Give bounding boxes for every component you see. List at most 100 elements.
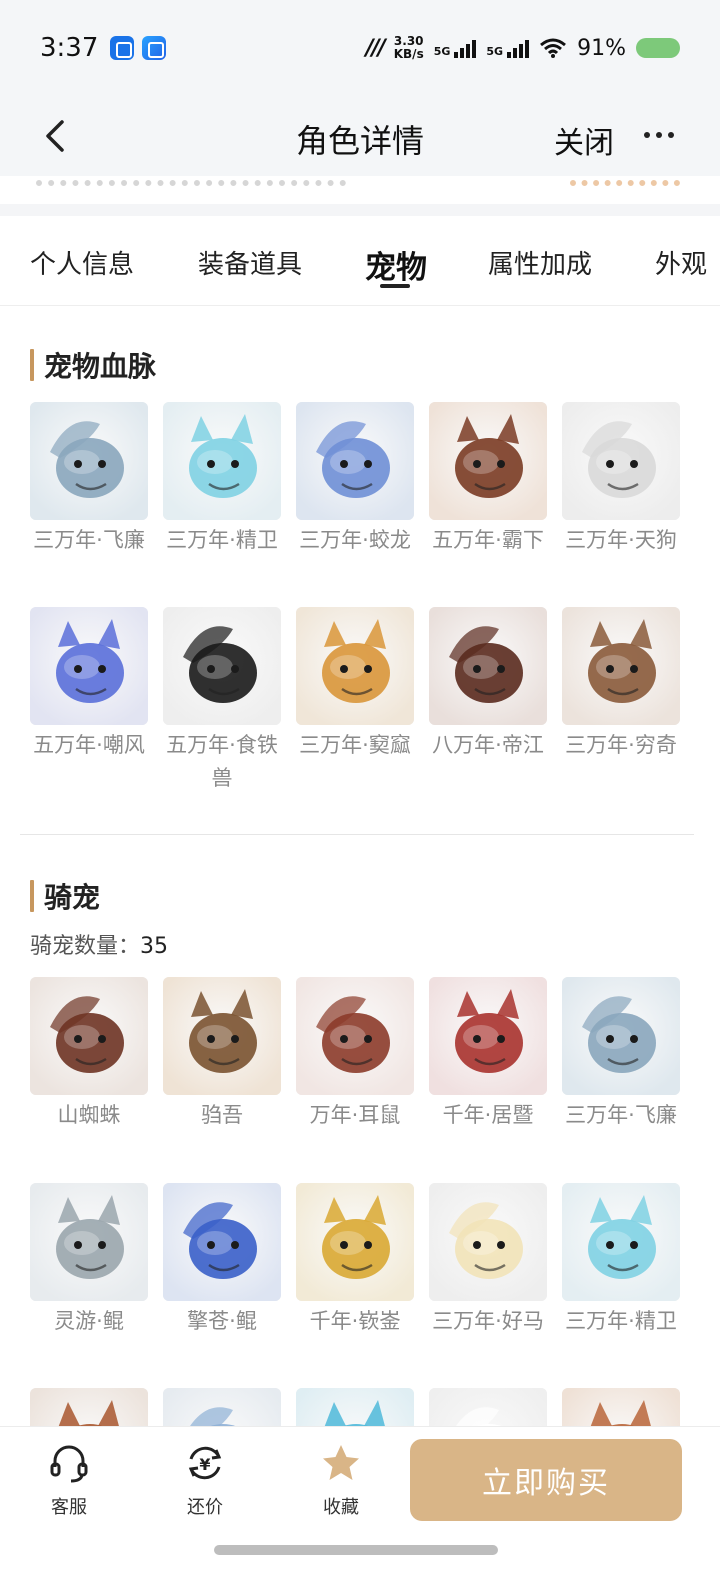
bloodline-pet-portrait [30,402,148,520]
battery-icon [636,38,680,58]
back-arrow-icon[interactable] [36,112,84,160]
mount-pet-name: 三万年·精卫 [565,1309,677,1333]
mount-pet-tile[interactable]: 擎苍·鲲 [163,1183,281,1338]
mount-count-label: 骑宠数量： [30,934,141,959]
mount-pet-name: 驺吾 [201,1103,243,1127]
network-speed: 3.30 KB/s [394,35,424,61]
network-speed-value: 3.30 [393,34,424,48]
mount-count-value: 35 [140,934,169,959]
bloodline-pet-portrait [296,402,414,520]
bloodline-pet-portrait [429,607,547,725]
mount-pet-portrait [562,1183,680,1301]
mount-pet-name: 万年·耳鼠 [309,1103,401,1127]
section-title-bloodline-text: 宠物血脉 [44,350,157,383]
mount-pet-name: 擎苍·鲲 [187,1309,257,1333]
yuan-refresh-icon: ¥ [188,1446,222,1480]
tab-personal-info[interactable]: 个人信息 [30,244,134,281]
tab-bar: 个人信息 装备道具 宠物 属性加成 外观 [0,216,720,306]
mount-pet-tile[interactable]: 千年·居暨 [429,977,547,1132]
bloodline-pet-name: 五万年·食铁兽 [166,733,278,790]
mount-pet-name: 三万年·好马 [432,1309,544,1333]
customer-service-button[interactable]: 客服 [24,1441,114,1519]
mount-pet-tile[interactable]: 山蜘蛛 [30,977,148,1132]
mount-pet-tile[interactable]: 三万年·精卫 [562,1183,680,1338]
bloodline-pet-name: 三万年·精卫 [166,528,278,552]
mount-pet-tile[interactable]: 驺吾 [163,977,281,1132]
tab-appearance[interactable]: 外观 [655,244,707,281]
bloodline-pet-tile[interactable]: 五万年·霸下 [429,402,547,557]
bargain-button[interactable]: ¥ 还价 [160,1441,250,1519]
bloodline-pet-tile[interactable]: 三万年·窫窳 [296,607,414,762]
bloodline-pet-name: 五万年·嘲风 [33,733,145,757]
scrolled-content-remnant [0,176,720,204]
section-divider [20,834,694,835]
signal-icon-1: 5G [434,38,477,58]
page: 3:37 /// 3.30 KB/s 5G 5G 91% 角色详情 关闭 个人信… [0,0,720,1584]
signal-label-1: 5G [433,45,451,58]
mount-pet-portrait [562,977,680,1095]
bloodline-pet-name: 三万年·穷奇 [565,733,677,757]
bloodline-pet-tile[interactable]: 三万年·蛟龙 [296,402,414,557]
section-gap [0,204,720,216]
mount-pet-tile[interactable]: 三万年·好马 [429,1183,547,1338]
mount-pet-name: 三万年·飞廉 [565,1103,677,1127]
status-bar: 3:37 /// 3.30 KB/s 5G 5G 91% [0,0,720,96]
mount-pet-tile[interactable]: 三万年·飞廉 [562,977,680,1132]
mount-pet-tile[interactable]: 灵游·鲲 [30,1183,148,1338]
mounts-grid: 山蜘蛛 驺吾 万年·耳鼠 千年·居暨 三万年·飞廉 灵游·鲲 擎苍·鲲 千年·嵚… [30,977,690,1506]
bloodline-pet-tile[interactable]: 三万年·天狗 [562,402,680,557]
mount-pet-portrait [163,977,281,1095]
bloodline-pet-portrait [30,607,148,725]
app-notification-icon-2 [142,36,167,60]
wifi-icon [540,38,567,58]
mount-pet-name: 千年·居暨 [442,1103,534,1127]
mount-pet-name: 山蜘蛛 [57,1103,121,1127]
svg-text:¥: ¥ [199,1455,210,1474]
bloodline-pet-portrait [562,402,680,520]
bloodline-grid: 三万年·飞廉 三万年·精卫 三万年·蛟龙 五万年·霸下 三万年·天狗 五万年·嘲… [30,402,690,812]
tab-pets[interactable]: 宠物 [365,242,427,287]
section-title-mounts: 骑宠 [30,876,100,916]
signal-icon-2: 5G [486,38,530,58]
customer-service-label: 客服 [51,1497,87,1518]
mount-pet-portrait [296,977,414,1095]
bloodline-pet-portrait [296,607,414,725]
network-speed-unit: KB/s [393,47,424,61]
bloodline-pet-tile[interactable]: 三万年·精卫 [163,402,281,557]
bloodline-pet-portrait [163,607,281,725]
bloodline-pet-tile[interactable]: 三万年·穷奇 [562,607,680,762]
favorite-button[interactable]: 收藏 [296,1441,386,1519]
close-button[interactable]: 关闭 [554,118,614,162]
bloodline-pet-tile[interactable]: 八万年·帝江 [429,607,547,762]
buy-now-button[interactable]: 立即购买 [410,1439,682,1521]
home-indicator[interactable] [214,1545,498,1555]
bloodline-pet-tile[interactable]: 五万年·嘲风 [30,607,148,762]
mount-pet-tile[interactable]: 千年·嵚崟 [296,1183,414,1338]
active-tab-indicator [380,284,410,288]
more-options-icon[interactable] [644,132,674,138]
battery-percent: 91% [577,35,626,61]
bloodline-pet-name: 三万年·窫窳 [299,733,411,757]
mount-pet-name: 灵游·鲲 [54,1309,124,1333]
mount-pet-portrait [30,1183,148,1301]
bloodline-pet-name: 三万年·蛟龙 [299,528,411,552]
status-time: 3:37 [40,33,99,63]
bloodline-pet-portrait [429,402,547,520]
star-icon [323,1445,359,1480]
tab-equipment[interactable]: 装备道具 [198,244,302,281]
bloodline-pet-tile[interactable]: 三万年·飞廉 [30,402,148,557]
bloodline-pet-portrait [562,607,680,725]
mount-pet-name: 千年·嵚崟 [309,1309,401,1333]
tab-attributes[interactable]: 属性加成 [488,244,592,281]
bloodline-pet-name: 三万年·天狗 [565,528,677,552]
app-notification-icon [110,36,135,60]
mount-pet-portrait [163,1183,281,1301]
mm-logo-icon: /// [365,35,386,61]
bloodline-pet-tile[interactable]: 五万年·食铁兽 [163,607,281,795]
favorite-label: 收藏 [323,1497,359,1518]
nav-bar: 角色详情 关闭 [0,96,720,176]
bloodline-pet-portrait [163,402,281,520]
status-indicators: /// 3.30 KB/s 5G 5G 91% [366,35,680,61]
section-title-bloodline: 宠物血脉 [30,345,156,385]
mount-pet-tile[interactable]: 万年·耳鼠 [296,977,414,1132]
